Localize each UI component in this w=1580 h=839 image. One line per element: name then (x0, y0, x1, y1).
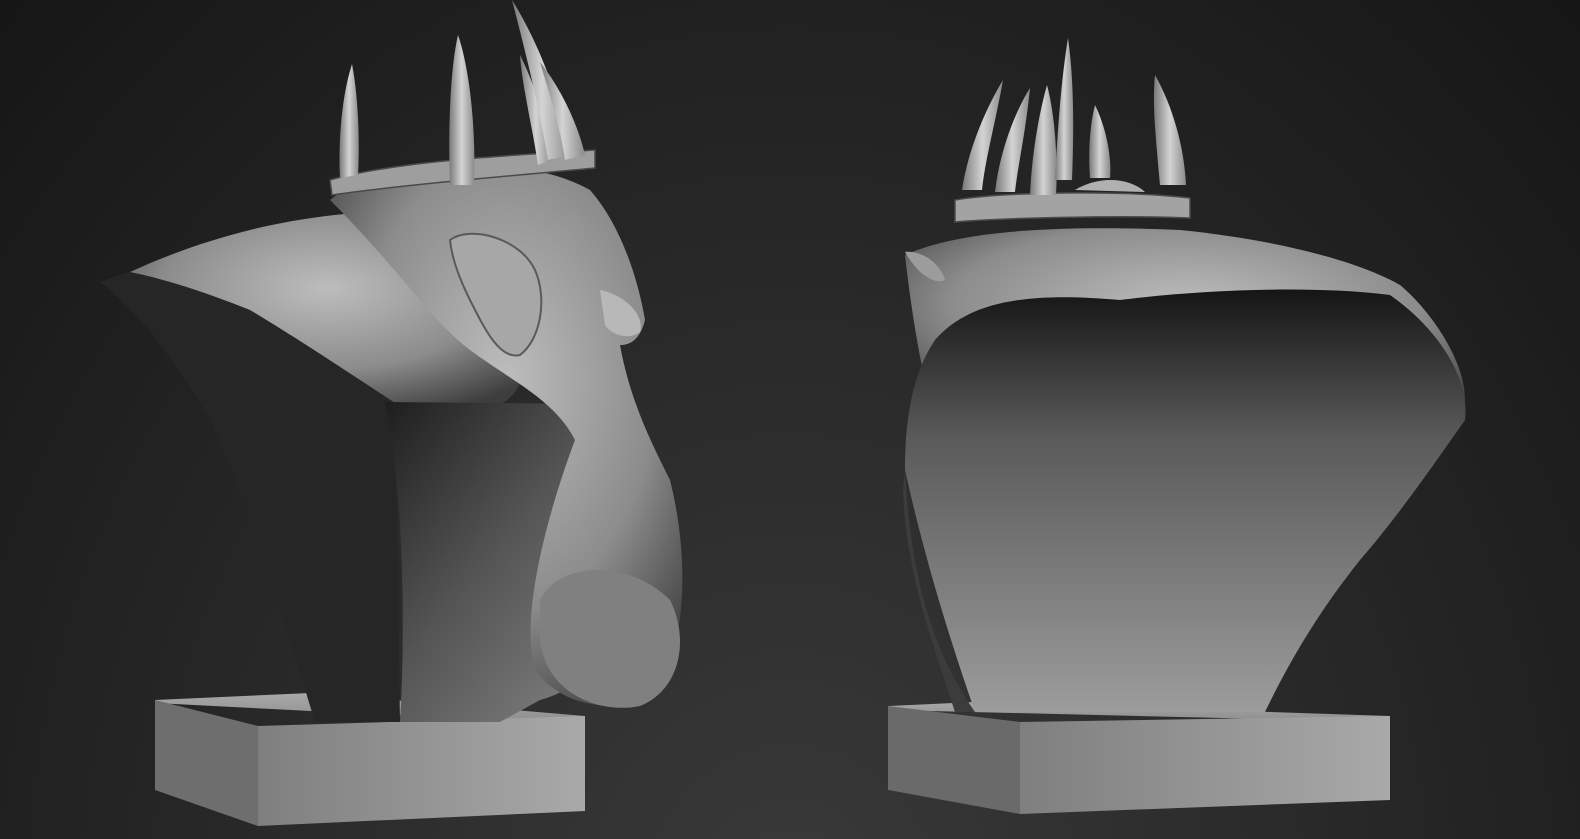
back-view-base (888, 702, 1390, 814)
back-view-horns (962, 38, 1186, 195)
back-view-crown-band (954, 192, 1191, 223)
back-view-bust[interactable] (888, 38, 1466, 814)
render-canvas (100, 0, 1466, 826)
back-view-head-dome (1075, 180, 1145, 192)
side-view-horns (339, 0, 585, 185)
sculpt-viewport[interactable] (0, 0, 1580, 839)
back-view-cut-face (905, 289, 1466, 712)
side-view-bust[interactable] (100, 0, 683, 826)
